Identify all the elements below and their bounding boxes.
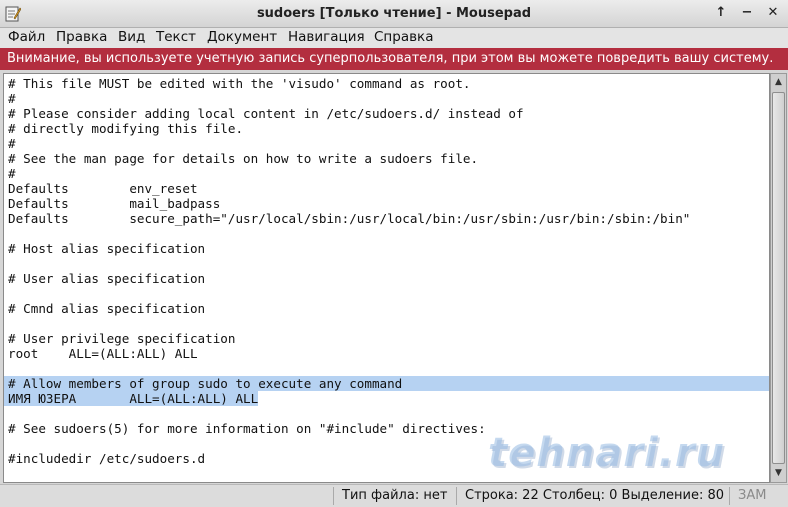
status-bar: Тип файла: нет Строка: 22 Столбец: 0 Выд… [0,484,788,507]
code-line: #includedir /etc/sudoers.d [8,451,206,466]
up-arrow-icon[interactable]: ↑ [713,5,729,21]
menu-help[interactable]: Справка [374,29,433,45]
code-line: # Please consider adding local content i… [8,106,524,121]
selected-code-line: ИМЯ ЮЗЕРА ALL=(ALL:ALL) ALL [4,391,259,406]
menu-text[interactable]: Текст [156,29,196,45]
close-button[interactable]: ✕ [765,5,781,21]
menu-edit[interactable]: Правка [56,29,107,45]
status-filetype[interactable]: Тип файла: нет [333,487,455,505]
title-bar: sudoers [Только чтение] - Mousepad ↑ − ✕ [0,0,788,28]
vertical-scrollbar[interactable]: ▲ ▼ [770,73,787,483]
window-title: sudoers [Только чтение] - Mousepad [256,6,532,21]
code-line: Defaults mail_badpass [8,196,221,211]
code-line: # Host alias specification [8,241,206,256]
code-line: # [8,136,16,151]
code-line: # User privilege specification [8,331,236,346]
text-editor[interactable]: # This file MUST be edited with the 'vis… [3,73,770,483]
scroll-down-icon[interactable]: ▼ [771,466,786,481]
menu-file[interactable]: Файл [8,29,45,45]
scroll-thumb[interactable] [772,92,785,464]
code-line: # directly modifying this file. [8,121,244,136]
root-warning-banner: Внимание, вы используете учетную запись … [0,48,788,70]
minimize-button[interactable]: − [739,5,755,21]
menu-bar: Файл Правка Вид Текст Документ Навигация… [0,28,788,48]
status-insert-mode: ЗАМ [729,487,784,505]
code-line: # See the man page for details on how to… [8,151,479,166]
scroll-up-icon[interactable]: ▲ [771,75,786,90]
code-line: # This file MUST be edited with the 'vis… [8,76,471,91]
selected-code-line: # Allow members of group sudo to execute… [4,376,769,391]
menu-view[interactable]: Вид [118,29,145,45]
menu-navigation[interactable]: Навигация [288,29,365,45]
code-line: root ALL=(ALL:ALL) ALL [8,346,198,361]
code-line: # User alias specification [8,271,206,286]
editor-content[interactable]: # This file MUST be edited with the 'vis… [4,76,769,466]
status-position: Строка: 22 Столбец: 0 Выделение: 80 [456,487,728,505]
code-line: # See sudoers(5) for more information on… [8,421,486,436]
code-line: # [8,166,16,181]
code-line: Defaults secure_path="/usr/local/sbin:/u… [8,211,691,226]
menu-document[interactable]: Документ [207,29,277,45]
code-line: Defaults env_reset [8,181,198,196]
code-line: # Cmnd alias specification [8,301,206,316]
code-line: # [8,91,16,106]
